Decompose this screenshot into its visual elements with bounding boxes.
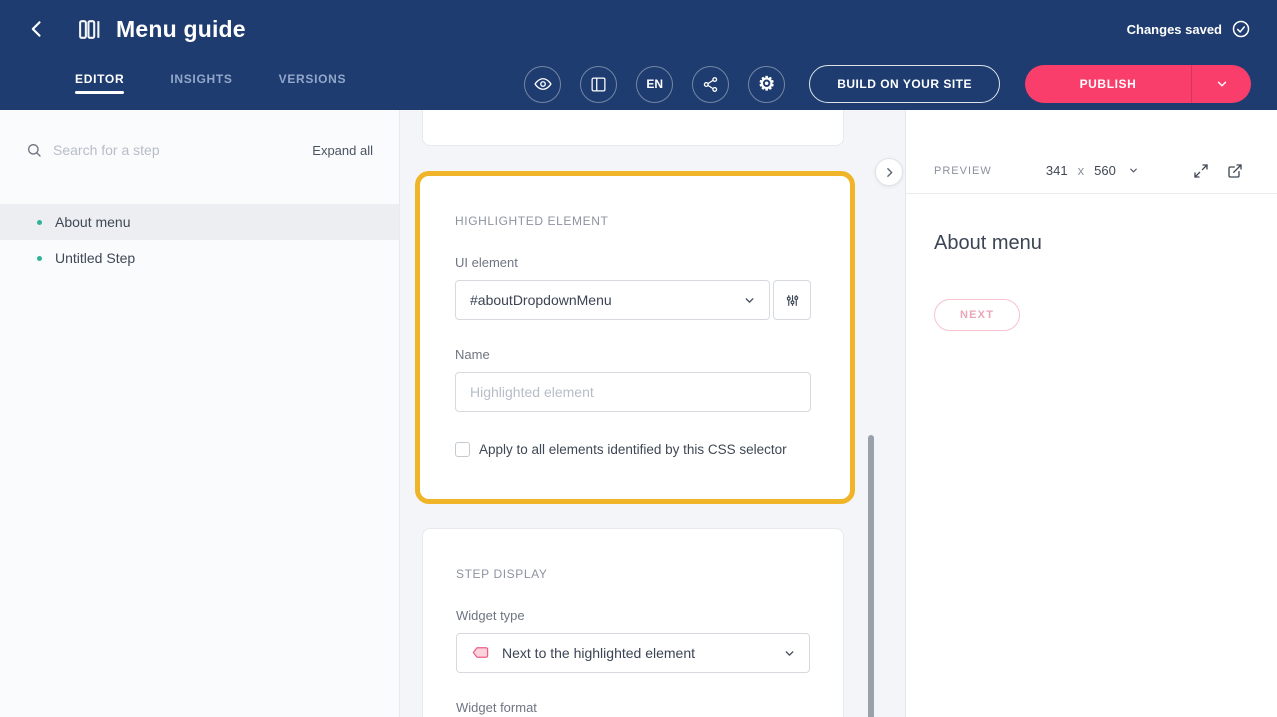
build-on-your-site-button[interactable]: BUILD ON YOUR SITE [809, 65, 1000, 103]
fullscreen-expand-icon[interactable] [1193, 163, 1209, 179]
sliders-icon [785, 293, 800, 308]
preview-step-heading: About menu [934, 232, 1277, 255]
back-button[interactable] [24, 16, 50, 42]
app-window: Menu guide Changes saved EDITOR INSIGHTS… [0, 0, 1277, 717]
apply-all-label: Apply to all elements identified by this… [479, 442, 787, 457]
editor-panel: HIGHLIGHTED ELEMENT UI element #aboutDro… [400, 110, 905, 717]
element-settings-button[interactable] [773, 280, 811, 320]
preview-eye-button[interactable] [524, 66, 561, 103]
chevron-down-icon [1215, 77, 1229, 91]
preview-next-button[interactable]: NEXT [934, 299, 1020, 331]
changes-saved-status: Changes saved [1127, 19, 1251, 39]
changes-saved-label: Changes saved [1127, 22, 1222, 37]
size-separator: x [1078, 163, 1085, 178]
chevron-right-icon [883, 166, 896, 179]
tab-editor[interactable]: EDITOR [75, 66, 124, 102]
ui-element-value: #aboutDropdownMenu [470, 292, 743, 308]
tab-insights[interactable]: INSIGHTS [170, 66, 232, 102]
check-circle-icon [1231, 19, 1251, 39]
widget-type-label: Widget type [456, 608, 810, 623]
preview-width-value: 341 [1046, 163, 1068, 178]
chevron-down-icon [743, 294, 756, 307]
top-header: Menu guide Changes saved EDITOR INSIGHTS… [0, 0, 1277, 110]
publish-button[interactable]: PUBLISH [1025, 65, 1191, 103]
preview-size-dropdown[interactable]: 341 x 560 [992, 163, 1193, 178]
apply-all-checkbox[interactable] [455, 442, 470, 457]
tab-versions[interactable]: VERSIONS [279, 66, 347, 102]
collapse-preview-button[interactable] [875, 158, 903, 186]
settings-button[interactable]: ⚙ [748, 66, 785, 103]
page-title: Menu guide [116, 16, 246, 43]
step-label: Untitled Step [55, 250, 135, 266]
share-icon [702, 76, 719, 93]
step-item-about-menu[interactable]: About menu [0, 204, 399, 240]
publish-split-button: PUBLISH [1025, 65, 1251, 103]
gear-icon: ⚙ [758, 75, 775, 94]
step-item-untitled-step[interactable]: Untitled Step [0, 240, 399, 276]
layout-icon [590, 76, 607, 93]
expand-all-link[interactable]: Expand all [312, 143, 373, 158]
highlighted-element-name-input[interactable] [455, 372, 811, 412]
chevron-left-icon [27, 19, 47, 39]
preview-body: About menu NEXT [906, 194, 1277, 331]
highlighted-element-card: HIGHLIGHTED ELEMENT UI element #aboutDro… [415, 171, 855, 504]
ui-element-label: UI element [455, 255, 811, 270]
step-display-card: STEP DISPLAY Widget type Next to the hig… [422, 528, 844, 717]
eye-icon [534, 75, 552, 93]
language-button[interactable]: EN [636, 66, 673, 103]
steps-sidebar: Expand all About menu Untitled Step [0, 110, 400, 717]
widget-format-label: Widget format [456, 700, 810, 715]
step-label: About menu [55, 214, 131, 230]
publish-dropdown-button[interactable] [1191, 65, 1251, 103]
step-dot-icon [37, 256, 42, 261]
section-title: STEP DISPLAY [456, 567, 810, 581]
editor-tabs: EDITOR INSIGHTS VERSIONS [75, 66, 346, 102]
open-external-icon[interactable] [1227, 163, 1243, 179]
share-button[interactable] [692, 66, 729, 103]
name-label: Name [455, 347, 811, 362]
preview-label: PREVIEW [934, 165, 992, 177]
vertical-scrollbar[interactable] [868, 435, 874, 717]
tooltip-widget-icon [471, 645, 490, 662]
preview-height-value: 560 [1094, 163, 1116, 178]
section-title: HIGHLIGHTED ELEMENT [455, 214, 811, 228]
step-dot-icon [37, 220, 42, 225]
preview-header: PREVIEW 341 x 560 [906, 148, 1277, 194]
layout-button[interactable] [580, 66, 617, 103]
search-step-input[interactable] [53, 142, 301, 158]
chevron-down-icon [783, 647, 796, 660]
ui-element-select[interactable]: #aboutDropdownMenu [455, 280, 770, 320]
chevron-down-icon [1128, 165, 1139, 176]
step-list: About menu Untitled Step [0, 204, 399, 276]
guide-logo-icon [76, 16, 102, 42]
widget-type-select[interactable]: Next to the highlighted element [456, 633, 810, 673]
preview-panel: PREVIEW 341 x 560 [905, 110, 1277, 717]
search-icon [26, 142, 42, 158]
scrolled-card-partial [422, 110, 844, 146]
widget-type-value: Next to the highlighted element [502, 645, 783, 661]
